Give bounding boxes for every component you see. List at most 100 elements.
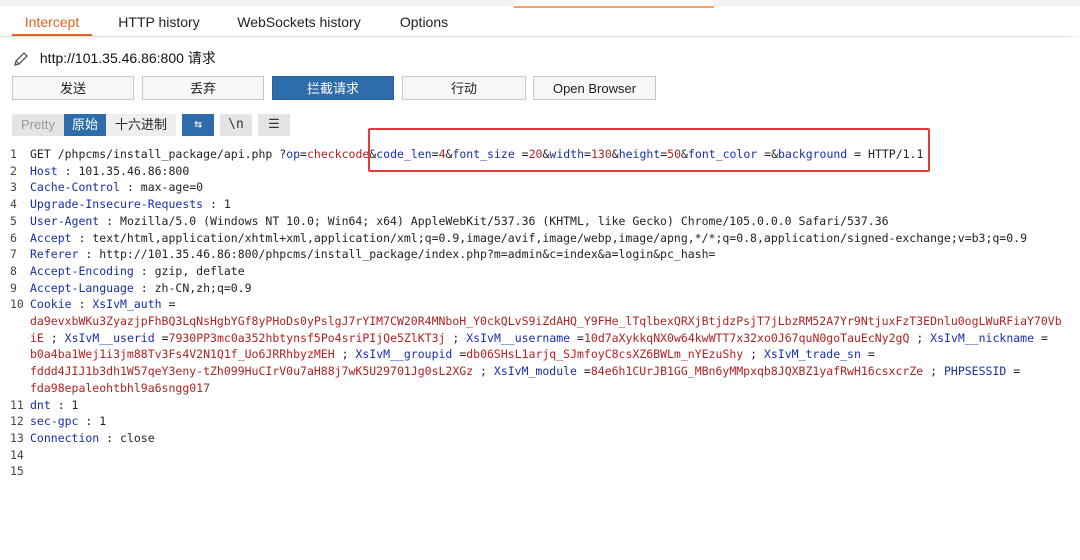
line-number: 12 bbox=[10, 414, 24, 429]
tab-options[interactable]: Options bbox=[388, 10, 460, 34]
request-value: 20 bbox=[528, 147, 543, 161]
request-text: = bbox=[431, 147, 439, 161]
request-text: = bbox=[1034, 330, 1048, 345]
view-raw-tab[interactable]: 原始 bbox=[64, 114, 106, 136]
line-number: 15 bbox=[10, 464, 24, 479]
request-key: Accept bbox=[30, 230, 72, 245]
request-text: : 1 bbox=[78, 414, 107, 429]
request-text: = bbox=[452, 347, 467, 362]
line-number: 2 bbox=[10, 163, 17, 178]
request-key: width bbox=[549, 147, 585, 161]
request-value: 10d7aXykkqNX0w64kwWTT7x32xo0J67quN0goTau… bbox=[583, 330, 910, 345]
request-text: = bbox=[570, 330, 584, 345]
request-value: 130 bbox=[590, 147, 612, 161]
line-content: Accept : text/html,application/xhtml+xml… bbox=[30, 230, 1027, 247]
line-content: Connection : close bbox=[30, 430, 155, 447]
request-key: XsIvM_module bbox=[493, 364, 577, 379]
request-key: code_len bbox=[376, 147, 432, 161]
request-text: = bbox=[1006, 364, 1021, 379]
line-number: 1 bbox=[10, 147, 17, 161]
request-value: 4 bbox=[438, 147, 446, 161]
view-hex-tab[interactable]: 十六进制 bbox=[106, 114, 176, 136]
request-key: Referer bbox=[30, 247, 79, 262]
drop-button[interactable]: 丢弃 bbox=[142, 76, 264, 100]
request-text: ; bbox=[743, 347, 764, 362]
request-text: & bbox=[681, 147, 688, 161]
request-text: ; bbox=[923, 364, 944, 379]
tab-bar: Intercept HTTP history WebSockets histor… bbox=[0, 0, 1080, 37]
line-number: 6 bbox=[10, 230, 17, 245]
request-text: =& bbox=[757, 147, 778, 161]
request-text: = bbox=[514, 147, 529, 161]
view-pretty-tab[interactable]: Pretty bbox=[12, 114, 64, 136]
line-content: b0a4ba1Wej1i3jm88Tv3Fs4V2N1Q1f_Uo6JRRhby… bbox=[30, 346, 875, 363]
request-text: = bbox=[300, 147, 307, 161]
line-number: 10 bbox=[10, 297, 24, 312]
request-key: XsIvM__username bbox=[466, 330, 571, 345]
request-key: dnt bbox=[30, 397, 51, 412]
request-text: = bbox=[161, 297, 176, 312]
newline-icon[interactable]: \n bbox=[220, 114, 252, 136]
tab-http-history[interactable]: HTTP history bbox=[108, 10, 210, 34]
request-value: fda98epaleohtbhl9a6sngg017 bbox=[30, 380, 211, 395]
request-text: ; bbox=[445, 330, 467, 345]
request-key: op bbox=[286, 147, 301, 161]
upper-tab-indicator bbox=[514, 0, 714, 8]
request-text: : 101.35.46.86:800 bbox=[57, 163, 190, 178]
line-content: Referer : http://101.35.46.86:800/phpcms… bbox=[30, 246, 715, 263]
line-content: User-Agent : Mozilla/5.0 (Windows NT 10.… bbox=[30, 213, 889, 230]
request-value: checkcode bbox=[306, 147, 370, 161]
line-number: 11 bbox=[10, 397, 24, 412]
request-key: font_color bbox=[687, 147, 758, 161]
request-text: = HTTP/1.1 bbox=[847, 147, 924, 161]
line-content: dnt : 1 bbox=[30, 397, 78, 414]
action-button[interactable]: 行动 bbox=[402, 76, 526, 100]
request-text: ; bbox=[473, 364, 494, 379]
request-text: : max-age=0 bbox=[120, 180, 204, 195]
request-value: da9evxbWKu3ZyazjpFhBQ3LqNsHgbYGf8yPHoDs0… bbox=[30, 314, 1062, 328]
line-number: 5 bbox=[10, 213, 17, 228]
tab-intercept[interactable]: Intercept bbox=[12, 10, 92, 36]
request-key: height bbox=[618, 147, 661, 161]
request-key: Cache-Control bbox=[30, 180, 121, 195]
request-text: = bbox=[154, 330, 169, 345]
request-text: ; bbox=[43, 330, 65, 345]
request-text: ; bbox=[909, 330, 931, 345]
raw-request-editor[interactable]: 1 GET /phpcms/install_package/api.php ?op… bbox=[0, 142, 1080, 560]
request-value: 50 bbox=[667, 147, 682, 161]
request-key: Host bbox=[30, 163, 58, 178]
line-number: 4 bbox=[10, 197, 17, 212]
request-key: User-Agent bbox=[30, 213, 100, 228]
line-content: da9evxbWKu3ZyazjpFhBQ3LqNsHgbYGf8yPHoDs0… bbox=[30, 313, 1062, 330]
open-browser-button[interactable]: Open Browser bbox=[533, 76, 656, 100]
line-content: Host : 101.35.46.86:800 bbox=[30, 163, 189, 180]
request-key: Accept-Language bbox=[30, 280, 134, 295]
request-key: PHPSESSID bbox=[943, 364, 1007, 379]
request-key: sec-gpc bbox=[30, 414, 79, 429]
request-text: : gzip, deflate bbox=[133, 263, 245, 278]
line-content: Accept-Language : zh-CN,zh;q=0.9 bbox=[30, 280, 252, 297]
request-target-row: http://101.35.46.86:800 请求 bbox=[12, 48, 216, 68]
wrap-lines-icon[interactable]: ⇆ bbox=[182, 114, 214, 136]
request-text: : http://101.35.46.86:800/phpcms/install… bbox=[78, 247, 716, 262]
request-text: : zh-CN,zh;q=0.9 bbox=[133, 280, 252, 295]
request-key: XsIvM__nickname bbox=[930, 330, 1035, 345]
request-key: XsIvM_auth bbox=[92, 297, 162, 312]
intercept-toggle-button[interactable]: 拦截请求 bbox=[272, 76, 394, 100]
request-text: : 1 bbox=[50, 397, 79, 412]
line-content: iE ; XsIvM__userid =7930PP3mc0a352hbtyns… bbox=[30, 330, 1048, 347]
request-value: b0a4ba1Wej1i3jm88Tv3Fs4V2N1Q1f_Uo6JRRhby… bbox=[30, 347, 335, 362]
tab-websockets-history[interactable]: WebSockets history bbox=[226, 10, 372, 34]
line-number: 9 bbox=[10, 280, 17, 295]
menu-icon[interactable]: ☰ bbox=[258, 114, 290, 136]
forward-button[interactable]: 发送 bbox=[12, 76, 134, 100]
request-key: Connection bbox=[30, 430, 100, 445]
right-edge-fade bbox=[1068, 36, 1080, 560]
request-value: iE bbox=[30, 330, 44, 345]
request-text: : Mozilla/5.0 (Windows NT 10.0; Win64; x… bbox=[99, 213, 889, 228]
request-value: 84e6h1CUrJB1GG_MBn6yMMpxqb8JQXBZ1yafRwH1… bbox=[590, 364, 924, 379]
request-text: GET /phpcms/install_package/api.php ? bbox=[30, 147, 287, 161]
request-value: db06SHsL1arjq_SJmfoyC8csXZ6BWLm_nYEzuShy bbox=[466, 347, 744, 362]
line-content: fddd4JIJ1b3dh1W57qeY3eny-tZh099HuCIrV0u7… bbox=[30, 363, 1020, 380]
line-number: 14 bbox=[10, 447, 24, 462]
